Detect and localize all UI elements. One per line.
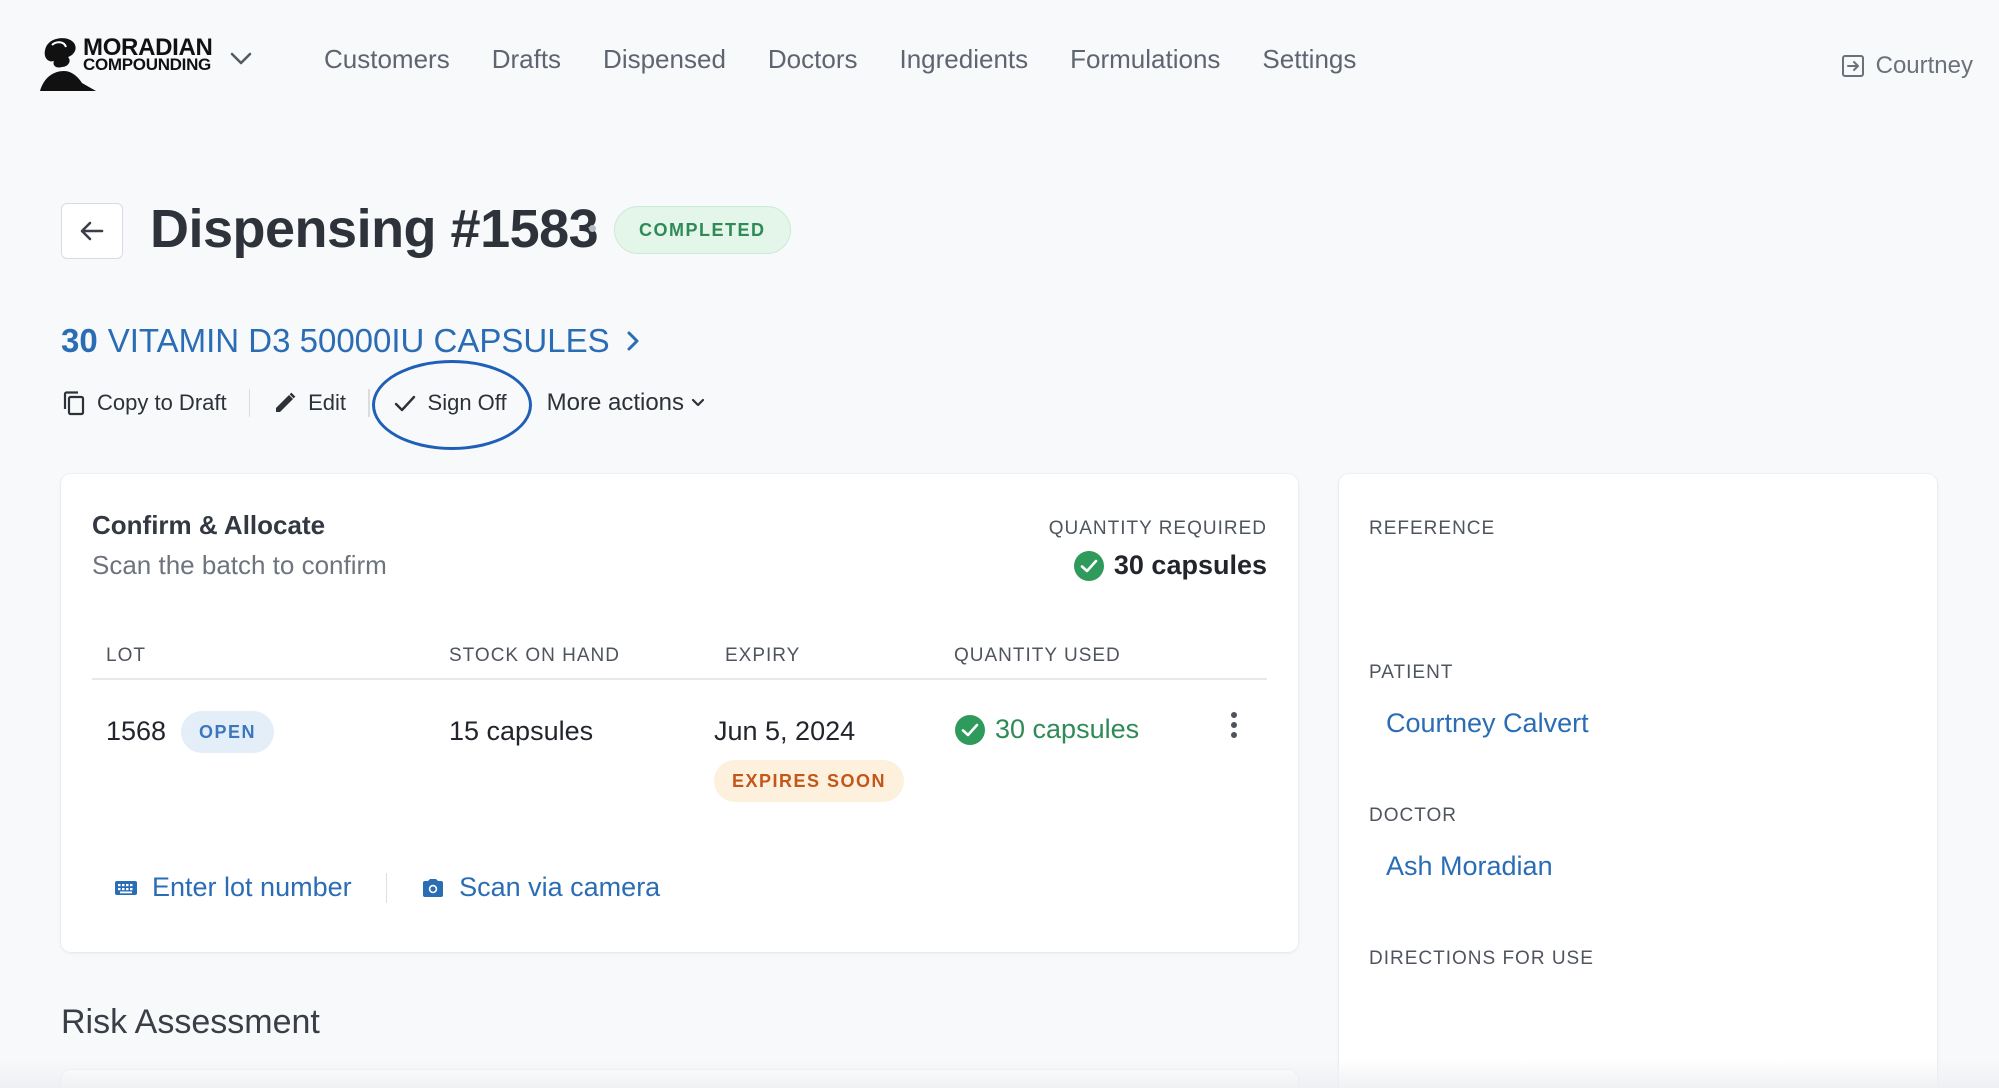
reference-label: REFERENCE [1369, 518, 1496, 539]
scan-via-camera-button[interactable]: Scan via camera [421, 872, 660, 903]
scroll-fade [0, 1060, 1999, 1088]
column-header-expiry: EXPIRY [725, 645, 801, 666]
details-side-card: REFERENCE PATIENT Courtney Calvert DOCTO… [1339, 474, 1937, 1088]
user-menu[interactable]: Courtney [1840, 52, 1973, 80]
copy-to-draft-label: Copy to Draft [97, 390, 227, 415]
expires-soon-badge: EXPIRES SOON [714, 760, 905, 802]
product-name: VITAMIN D3 50000IU CAPSULES [107, 322, 610, 359]
back-button[interactable] [61, 203, 123, 259]
quantity-used-text: 30 capsules [995, 714, 1140, 744]
nav-drafts[interactable]: Drafts [492, 44, 561, 75]
stock-on-hand: 15 capsules [449, 716, 594, 746]
quantity-used: 30 capsules [955, 714, 1139, 745]
pencil-icon [276, 392, 296, 412]
sign-off-button[interactable]: Sign Off [371, 360, 532, 450]
nav-doctors[interactable]: Doctors [768, 44, 858, 75]
nav-ingredients[interactable]: Ingredients [899, 44, 1028, 75]
camera-icon [423, 878, 444, 897]
copy-icon [63, 391, 85, 416]
org-switcher-chevron-down-icon[interactable] [228, 48, 254, 70]
column-header-lot: LOT [106, 645, 146, 666]
lot-number: 1568 [106, 716, 167, 746]
more-actions-label: More actions [546, 389, 685, 416]
action-divider [248, 389, 251, 417]
quantity-required-text: 30 capsules [1113, 550, 1267, 580]
arrow-left-icon [80, 221, 104, 241]
page-title: Dispensing #1583 [150, 199, 599, 259]
quantity-required-value: 30 capsules [1073, 550, 1267, 581]
row-more-options-icon[interactable] [1228, 712, 1240, 746]
more-actions-dropdown[interactable]: More actions [547, 389, 706, 417]
directions-label: DIRECTIONS FOR USE [1369, 948, 1594, 969]
card-title: Confirm & Allocate [92, 510, 326, 540]
footer-divider [385, 872, 388, 903]
enter-lot-number-label: Enter lot number [152, 872, 352, 902]
scan-via-camera-label: Scan via camera [459, 872, 661, 902]
main-nav: Customers Drafts Dispensed Doctors Ingre… [324, 44, 1356, 75]
enter-lot-number-button[interactable]: Enter lot number [114, 872, 352, 903]
keyboard-icon [115, 880, 137, 895]
action-divider [368, 389, 370, 417]
nav-customers[interactable]: Customers [324, 44, 450, 75]
product-quantity: 30 [61, 322, 98, 359]
nav-dispensed[interactable]: Dispensed [603, 44, 726, 75]
doctor-label: DOCTOR [1369, 805, 1457, 826]
annotation-circle [371, 360, 532, 450]
doctor-link[interactable]: Ash Moradian [1386, 851, 1553, 882]
table-header-divider [92, 678, 1267, 680]
logo-line-2: COMPOUNDING [83, 55, 211, 74]
check-circle-icon [955, 714, 985, 745]
chevron-right-icon [627, 331, 639, 351]
check-circle-icon [1073, 550, 1104, 581]
company-logo[interactable]: MORADIAN COMPOUNDING [38, 33, 213, 93]
patient-label: PATIENT [1369, 662, 1454, 683]
status-badge: COMPLETED [614, 206, 791, 254]
user-name: Courtney [1875, 52, 1973, 79]
column-header-quantity-used: QUANTITY USED [954, 645, 1121, 666]
expiry-date: Jun 5, 2024 [714, 716, 856, 746]
card-subtitle: Scan the batch to confirm [92, 550, 387, 580]
patient-link[interactable]: Courtney Calvert [1386, 708, 1589, 739]
risk-assessment-heading: Risk Assessment [61, 1003, 320, 1041]
sign-out-icon [1841, 55, 1864, 77]
lot-entry-actions: Enter lot number Scan via camera [114, 872, 660, 903]
chevron-down-icon [691, 398, 705, 407]
title-separator-dot [589, 225, 596, 232]
confirm-allocate-card: Confirm & Allocate Scan the batch to con… [61, 474, 1298, 952]
logo-wordmark: MORADIAN COMPOUNDING [83, 36, 213, 75]
quantity-required-label: QUANTITY REQUIRED [1048, 518, 1267, 539]
lot-status-badge: OPEN [181, 711, 275, 753]
product-link[interactable]: 30 VITAMIN D3 50000IU CAPSULES [61, 322, 644, 360]
copy-to-draft-button[interactable]: Copy to Draft [61, 390, 227, 416]
edit-label: Edit [308, 390, 347, 415]
nav-formulations[interactable]: Formulations [1070, 44, 1220, 75]
edit-button[interactable]: Edit [272, 390, 346, 416]
action-bar: Copy to Draft Edit Sign Off More actions [61, 360, 706, 450]
nav-settings[interactable]: Settings [1262, 44, 1356, 75]
column-header-stock: STOCK ON HAND [449, 645, 621, 666]
top-header: MORADIAN COMPOUNDING Customers Drafts Di… [0, 0, 1999, 130]
